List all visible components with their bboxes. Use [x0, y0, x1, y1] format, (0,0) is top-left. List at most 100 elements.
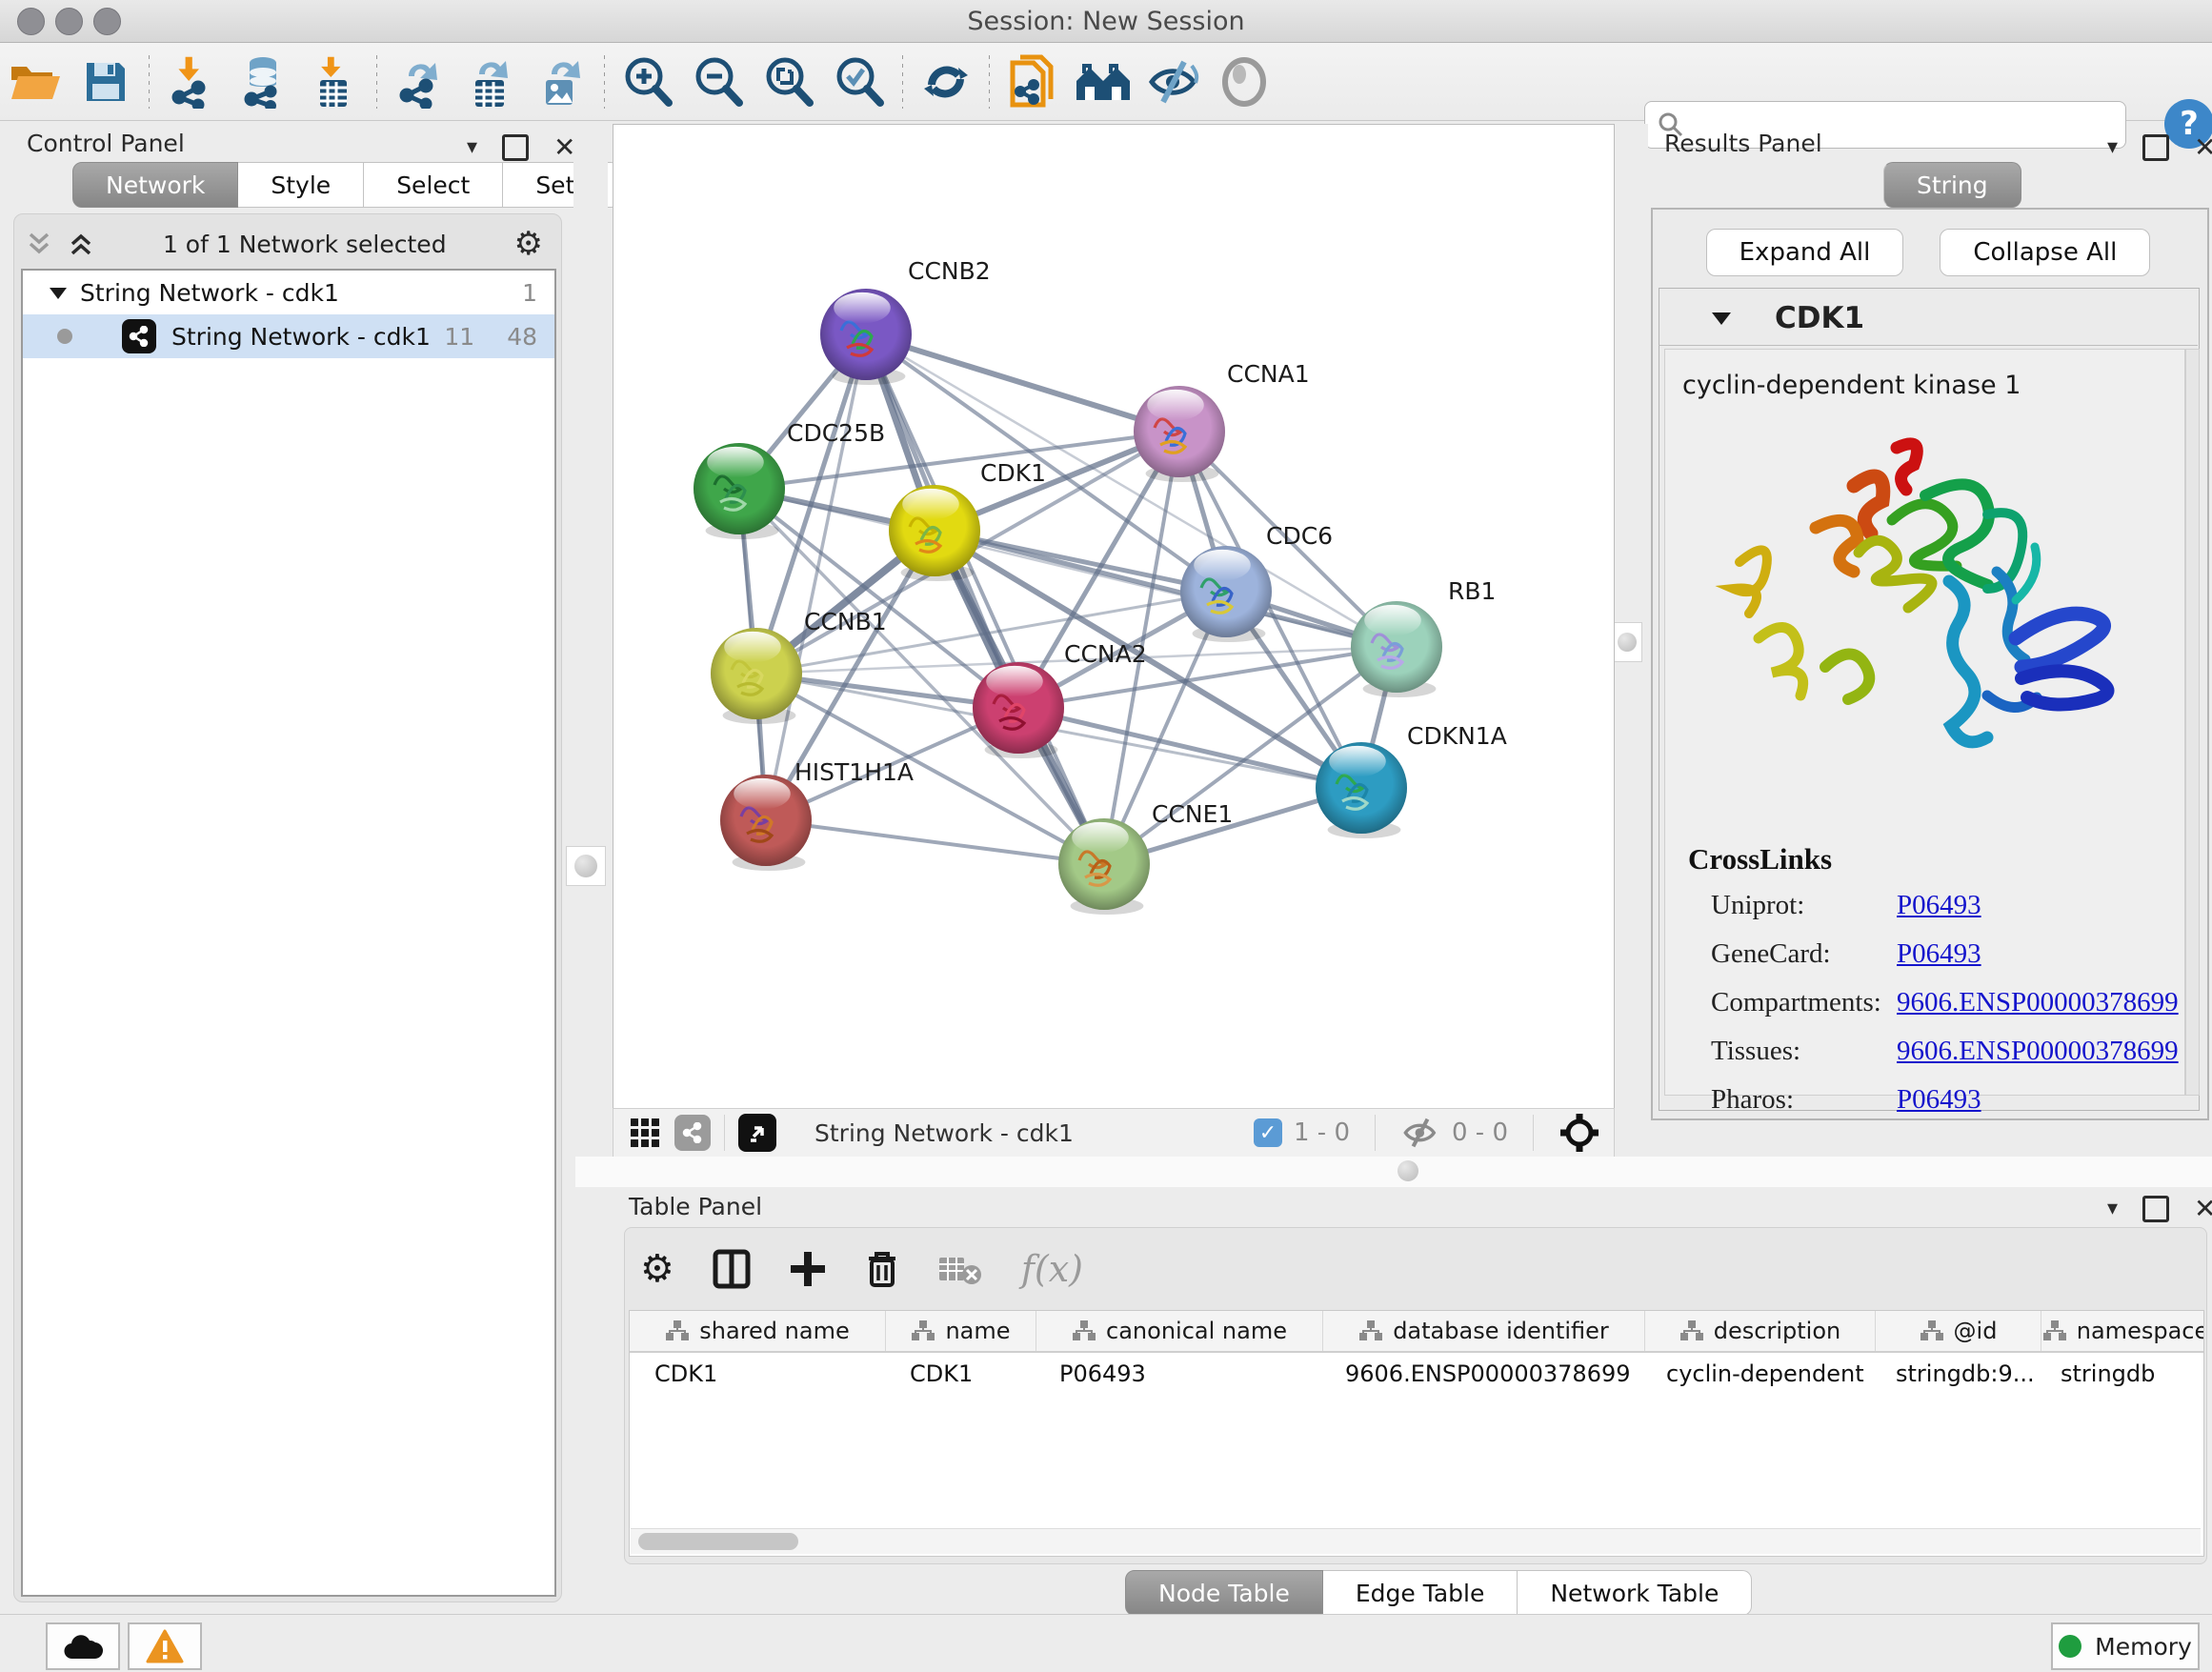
edge-CCNB2-CCNA1[interactable]	[866, 334, 1179, 432]
network-canvas[interactable]: CCNB2CCNA1CDC25BCDK1CDC6RB1CCNB1CCNA2CDK…	[613, 124, 1615, 1110]
show-columns-icon[interactable]	[713, 1249, 751, 1289]
export-network-button[interactable]	[385, 51, 455, 112]
control-panel-float-icon[interactable]	[502, 134, 529, 161]
column-header-namespace[interactable]: namespace	[2041, 1311, 2204, 1351]
table-cell[interactable]: stringdb:9...	[1871, 1360, 2036, 1387]
selected-checkbox-icon[interactable]: ✓	[1254, 1118, 1282, 1147]
cloud-status-button[interactable]	[46, 1622, 120, 1670]
gear-icon[interactable]: ⚙	[514, 225, 543, 263]
network-share-icon[interactable]	[674, 1115, 711, 1151]
network-collection-row[interactable]: String Network - cdk1 1	[23, 271, 554, 314]
crosslink-link[interactable]: 9606.ENSP00000378699	[1897, 987, 2179, 1018]
zoom-selected-button[interactable]	[824, 51, 895, 112]
tab-edge-table[interactable]: Edge Table	[1323, 1570, 1518, 1616]
add-column-icon[interactable]	[789, 1250, 827, 1288]
expand-all-icon[interactable]	[67, 230, 95, 258]
column-header-description[interactable]: description	[1645, 1311, 1876, 1351]
hide-panel-button[interactable]	[1138, 51, 1209, 112]
protein-section-header[interactable]: CDK1	[1659, 292, 2198, 346]
memory-button[interactable]: Memory	[2051, 1622, 2200, 1670]
toolbar-divider	[1375, 1115, 1376, 1151]
results-scrollbar[interactable]	[2185, 349, 2200, 1096]
export-image-icon	[534, 55, 588, 109]
zoom-out-button[interactable]	[683, 51, 754, 112]
results-panel-float-icon[interactable]	[2142, 134, 2169, 161]
section-expand-icon[interactable]	[1710, 309, 1733, 328]
export-image-button[interactable]	[526, 51, 596, 112]
zoom-fit-button[interactable]	[754, 51, 824, 112]
table-cell[interactable]: cyclin-dependent ...	[1641, 1360, 1871, 1387]
table-panel-float-icon[interactable]	[2142, 1196, 2169, 1222]
edge-CCNA2-CDKN1A[interactable]	[1018, 708, 1361, 788]
column-header-name[interactable]: name	[886, 1311, 1036, 1351]
string-home-button[interactable]	[1068, 51, 1138, 112]
crosslink-link[interactable]: 9606.ENSP00000378699	[1897, 1036, 2179, 1067]
bottom-splitter-handle[interactable]	[1391, 1157, 1425, 1185]
delete-column-trash-icon[interactable]	[865, 1249, 899, 1289]
node-table[interactable]: shared namenamecanonical namedatabase id…	[629, 1310, 2204, 1557]
tab-node-table[interactable]: Node Table	[1125, 1570, 1323, 1616]
table-settings-gear-icon[interactable]: ⚙	[640, 1247, 674, 1291]
tab-select[interactable]: Select	[364, 162, 503, 208]
table-row[interactable]: CDK1CDK1P064939606.ENSP00000378699cyclin…	[630, 1353, 2203, 1395]
table-panel-window-controls: ▾ ✕	[2107, 1193, 2212, 1224]
table-panel-close-icon[interactable]: ✕	[2194, 1193, 2212, 1224]
right-splitter-handle[interactable]	[1612, 622, 1642, 662]
node-RB1[interactable]: RB1	[1351, 577, 1496, 697]
apply-layout-button[interactable]	[911, 51, 981, 112]
network-row[interactable]: String Network - cdk1 11 48	[23, 314, 554, 358]
tab-string[interactable]: String	[1883, 162, 2021, 208]
results-panel-close-icon[interactable]: ✕	[2194, 131, 2212, 163]
show-panel-button[interactable]	[1209, 51, 1279, 112]
left-splitter-handle[interactable]	[566, 846, 606, 886]
network-graph[interactable]: CCNB2CCNA1CDC25BCDK1CDC6RB1CCNB1CCNA2CDK…	[613, 125, 1614, 1109]
grid-view-icon[interactable]	[629, 1117, 661, 1149]
tree-expand-icon[interactable]	[48, 284, 69, 301]
table-cell[interactable]: CDK1	[630, 1360, 885, 1387]
node-CCNB1[interactable]: CCNB1	[711, 608, 887, 724]
tab-style[interactable]: Style	[238, 162, 364, 208]
tab-network[interactable]: Network	[72, 162, 238, 208]
expand-all-button[interactable]: Expand All	[1706, 229, 1904, 276]
tab-network-table[interactable]: Network Table	[1518, 1570, 1752, 1616]
table-cell[interactable]: P06493	[1035, 1360, 1320, 1387]
node-label: CCNA2	[1064, 640, 1147, 668]
zoom-in-button[interactable]	[613, 51, 683, 112]
export-network-icon	[393, 55, 447, 109]
import-network-file-button[interactable]	[157, 51, 228, 112]
table-cell[interactable]: CDK1	[885, 1360, 1035, 1387]
crosslink-link[interactable]: P06493	[1897, 938, 1981, 970]
table-hscrollbar[interactable]	[631, 1528, 2201, 1554]
column-header-database-identifier[interactable]: database identifier	[1323, 1311, 1645, 1351]
save-session-button[interactable]	[70, 51, 141, 112]
crosslink-link[interactable]: P06493	[1897, 1084, 1981, 1116]
node-CCNA1[interactable]: CCNA1	[1134, 360, 1310, 482]
table-panel-collapse-icon[interactable]: ▾	[2107, 1197, 2118, 1220]
export-table-button[interactable]	[455, 51, 526, 112]
results-panel-collapse-icon[interactable]: ▾	[2107, 135, 2118, 159]
table-cell[interactable]: stringdb	[2036, 1360, 2203, 1387]
node-HIST1H1A[interactable]: HIST1H1A	[720, 758, 914, 871]
collapse-all-icon[interactable]	[25, 230, 53, 258]
crosshair-icon[interactable]	[1558, 1112, 1600, 1154]
share-document-button[interactable]	[997, 51, 1068, 112]
table-cell[interactable]: 9606.ENSP00000378699	[1320, 1360, 1641, 1387]
node-CDKN1A[interactable]: CDKN1A	[1316, 722, 1507, 838]
column-header-canonical-name[interactable]: canonical name	[1036, 1311, 1323, 1351]
edge-HIST1H1A-CCNE1[interactable]	[766, 820, 1104, 864]
protein-card: cyclin-dependent kinase 1 CrossLinks Uni…	[1664, 349, 2185, 1096]
table-hscrollbar-thumb[interactable]	[638, 1533, 798, 1550]
collapse-all-button[interactable]: Collapse All	[1940, 229, 2150, 276]
column-header--id[interactable]: @id	[1876, 1311, 2041, 1351]
import-network-database-button[interactable]	[228, 51, 298, 112]
control-panel-close-icon[interactable]: ✕	[553, 131, 575, 163]
node-CDC25B[interactable]: CDC25B	[694, 419, 885, 539]
warnings-button[interactable]	[128, 1622, 202, 1670]
results-buttons-row: Expand All Collapse All	[1651, 229, 2205, 276]
import-table-button[interactable]	[298, 51, 369, 112]
open-session-button[interactable]	[0, 51, 70, 112]
column-header-shared-name[interactable]: shared name	[630, 1311, 886, 1351]
control-panel-collapse-icon[interactable]: ▾	[467, 135, 477, 159]
crosslink-link[interactable]: P06493	[1897, 890, 1981, 921]
birdseye-view-icon[interactable]	[738, 1114, 776, 1152]
